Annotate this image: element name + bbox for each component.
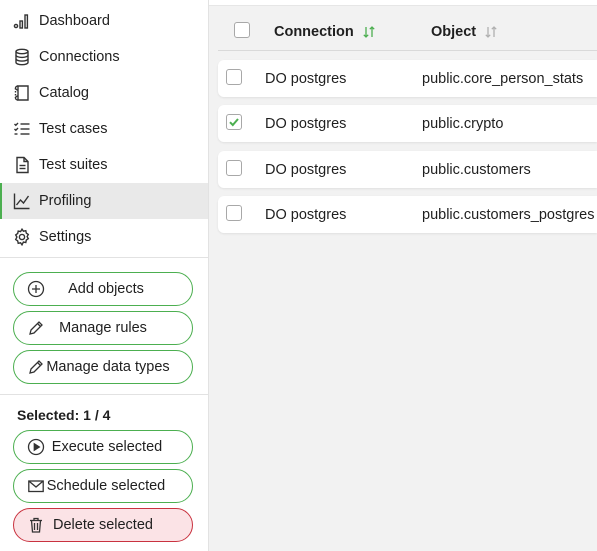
- table-row[interactable]: DO postgres public.customers: [218, 151, 597, 188]
- document-icon: [16, 156, 29, 174]
- connection-cell: DO postgres: [265, 162, 347, 178]
- sidebar-item-profiling[interactable]: Profiling: [0, 183, 208, 219]
- scroll-icon: [14, 85, 29, 101]
- object-cell: public.customers: [422, 162, 531, 178]
- divider: [0, 394, 208, 395]
- manage-rules-label: Manage rules: [59, 320, 147, 336]
- sidebar-item-label: Test suites: [39, 157, 108, 173]
- gear-icon: [14, 228, 30, 246]
- sidebar-item-label: Connections: [39, 49, 120, 65]
- table-header: Connection Object: [218, 7, 597, 51]
- row-checkbox[interactable]: [226, 205, 242, 221]
- sidebar-item-label: Catalog: [39, 85, 89, 101]
- sidebar-item-test-suites[interactable]: Test suites: [0, 147, 208, 183]
- select-all-checkbox[interactable]: [234, 22, 250, 38]
- table-row[interactable]: DO postgres public.customers_postgres: [218, 196, 597, 233]
- row-checkbox[interactable]: [226, 160, 242, 176]
- selected-count: Selected: 1 / 4: [17, 407, 111, 423]
- plus-circle-icon: [27, 280, 45, 298]
- main-content: Connection Object DO postgres public.cor…: [209, 0, 597, 551]
- sidebar-item-connections[interactable]: Connections: [0, 39, 208, 75]
- sidebar-item-test-cases[interactable]: Test cases: [0, 111, 208, 147]
- delete-selected-button[interactable]: Delete selected: [13, 508, 193, 542]
- sort-icon: [485, 26, 497, 39]
- delete-selected-label: Delete selected: [53, 517, 153, 533]
- database-icon: [15, 48, 29, 66]
- sidebar-item-settings[interactable]: Settings: [0, 219, 208, 255]
- top-bar: [209, 0, 597, 6]
- bar-chart-icon: [13, 14, 29, 29]
- envelope-icon: [28, 480, 44, 493]
- trash-icon: [30, 517, 42, 533]
- execute-selected-button[interactable]: Execute selected: [13, 430, 193, 464]
- column-header-connection[interactable]: Connection: [274, 24, 376, 40]
- object-cell: public.customers_postgres: [422, 207, 595, 223]
- object-cell: public.crypto: [422, 116, 504, 132]
- pencil-icon: [29, 360, 43, 374]
- sort-icon: [363, 26, 375, 39]
- schedule-selected-button[interactable]: Schedule selected: [13, 469, 193, 503]
- sidebar: Dashboard Connections Catalog Test cases…: [0, 0, 209, 551]
- add-objects-button[interactable]: Add objects: [13, 272, 193, 306]
- schedule-selected-label: Schedule selected: [46, 478, 166, 494]
- sidebar-item-label: Settings: [39, 229, 92, 245]
- object-cell: public.core_person_stats: [422, 71, 584, 87]
- line-chart-icon: [13, 193, 30, 210]
- table-row[interactable]: DO postgres public.core_person_stats: [218, 60, 597, 97]
- checkmark-icon: [229, 118, 239, 127]
- connection-cell: DO postgres: [265, 207, 347, 223]
- sidebar-item-label: Dashboard: [39, 13, 110, 29]
- play-circle-icon: [27, 438, 45, 456]
- checklist-icon: [14, 122, 30, 135]
- sidebar-item-label: Test cases: [39, 121, 108, 137]
- sidebar-item-label: Profiling: [39, 193, 92, 209]
- divider: [0, 257, 208, 258]
- table-row[interactable]: DO postgres public.crypto: [218, 105, 597, 142]
- pencil-icon: [29, 321, 43, 335]
- column-header-object[interactable]: Object: [431, 24, 498, 40]
- row-checkbox-checked[interactable]: [226, 114, 242, 130]
- manage-rules-button[interactable]: Manage rules: [13, 311, 193, 345]
- row-checkbox[interactable]: [226, 69, 242, 85]
- sidebar-item-dashboard[interactable]: Dashboard: [0, 3, 208, 39]
- sidebar-item-catalog[interactable]: Catalog: [0, 75, 208, 111]
- manage-data-types-label: Manage data types: [46, 359, 170, 375]
- manage-data-types-button[interactable]: Manage data types: [13, 350, 193, 384]
- connection-cell: DO postgres: [265, 116, 347, 132]
- add-objects-label: Add objects: [68, 281, 144, 297]
- connection-cell: DO postgres: [265, 71, 347, 87]
- execute-selected-label: Execute selected: [51, 439, 163, 455]
